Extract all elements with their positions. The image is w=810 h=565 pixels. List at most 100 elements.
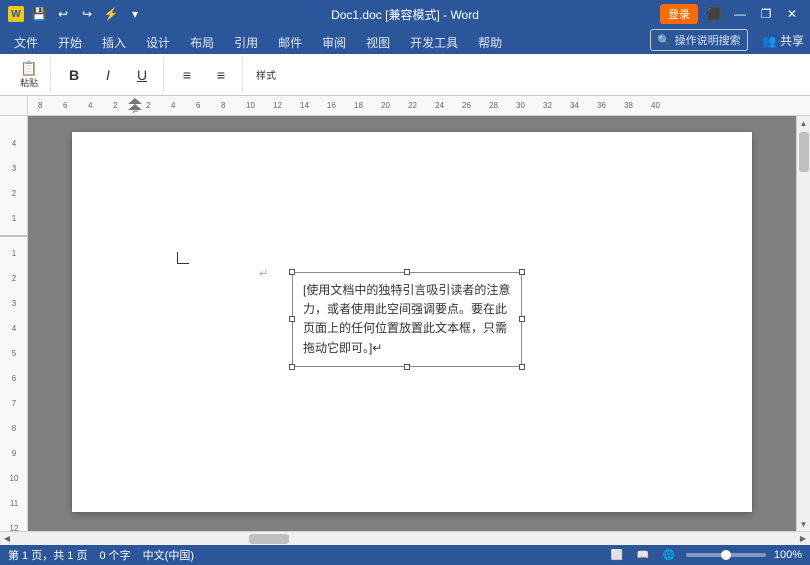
tab-layout[interactable]: 布局 — [180, 30, 224, 54]
bold-icon: B — [69, 68, 79, 82]
redo-qat-btn[interactable]: ↪ — [78, 5, 96, 23]
search-icon: 🔍 — [657, 34, 671, 47]
svg-text:26: 26 — [462, 101, 471, 110]
svg-text:8: 8 — [12, 424, 17, 433]
horizontal-scrollbar[interactable]: ◀ ▶ — [0, 531, 810, 545]
svg-text:7: 7 — [12, 399, 17, 408]
vertical-ruler: 4 3 2 1 1 2 3 4 5 6 7 8 9 10 11 12 — [0, 116, 28, 531]
svg-text:18: 18 — [354, 101, 363, 110]
minimize-btn[interactable]: — — [730, 4, 750, 24]
scroll-h-thumb[interactable] — [249, 534, 289, 544]
tab-help[interactable]: 帮助 — [468, 30, 512, 54]
tab-references[interactable]: 引用 — [224, 30, 268, 54]
web-layout-btn[interactable]: 🌐 — [660, 546, 678, 564]
undo-qat-btn[interactable]: ↩ — [54, 5, 72, 23]
handle-mr[interactable] — [519, 316, 525, 322]
zoom-thumb[interactable] — [721, 550, 731, 560]
ribbon-display-btn[interactable]: ⬛ — [704, 4, 724, 24]
scroll-right-btn[interactable]: ▶ — [796, 532, 810, 546]
customize-qat-btn[interactable]: ▾ — [126, 5, 144, 23]
svg-text:4: 4 — [88, 101, 93, 110]
tab-review[interactable]: 审阅 — [312, 30, 356, 54]
svg-text:3: 3 — [12, 299, 17, 308]
align-left-icon: ≡ — [183, 68, 191, 82]
main-area: 4 3 2 1 1 2 3 4 5 6 7 8 9 10 11 12 ↵ — [0, 116, 810, 531]
svg-text:40: 40 — [651, 101, 660, 110]
svg-text:3: 3 — [12, 164, 17, 173]
svg-text:4: 4 — [171, 101, 176, 110]
quick-print-btn[interactable]: ⚡ — [102, 5, 120, 23]
ribbon-tab-bar: 文件 开始 插入 设计 布局 引用 邮件 审阅 视图 开发工具 帮助 🔍 操作说… — [0, 28, 810, 54]
tab-view[interactable]: 视图 — [356, 30, 400, 54]
indent-bottom — [128, 104, 142, 110]
page-info: 第 1 页，共 1 页 — [8, 547, 87, 563]
handle-tr[interactable] — [519, 269, 525, 275]
paragraph-cursor — [177, 252, 189, 264]
title-bar-title: Doc1.doc [兼容模式] - Word — [331, 6, 479, 23]
svg-text:2: 2 — [113, 101, 118, 110]
scroll-down-btn[interactable]: ▼ — [797, 517, 810, 531]
align-center-icon: ≡ — [217, 68, 225, 82]
svg-text:9: 9 — [12, 449, 17, 458]
svg-text:14: 14 — [300, 101, 309, 110]
paste-icon: 📋 — [20, 61, 37, 75]
svg-text:4: 4 — [12, 324, 17, 333]
tab-developer[interactable]: 开发工具 — [400, 30, 468, 54]
paste-label: 粘贴 — [20, 76, 38, 89]
ribbon-font-group: B I U — [53, 57, 164, 93]
svg-text:2: 2 — [12, 189, 17, 198]
ruler-corner — [0, 96, 28, 116]
handle-bm[interactable] — [404, 364, 410, 370]
share-button[interactable]: 👥 共享 — [756, 30, 810, 51]
handle-bl[interactable] — [289, 364, 295, 370]
svg-text:22: 22 — [408, 101, 417, 110]
scroll-h-track[interactable] — [14, 532, 796, 546]
svg-text:10: 10 — [246, 101, 255, 110]
svg-text:2: 2 — [146, 101, 151, 110]
handle-tm[interactable] — [404, 269, 410, 275]
svg-text:2: 2 — [12, 274, 17, 283]
italic-btn[interactable]: I — [93, 66, 123, 84]
ribbon-content: 📋 粘贴 B I U ≡ ≡ 样式 — [0, 54, 810, 96]
ruler-marks: 8 6 4 2 2 4 6 8 10 12 14 16 18 20 22 24 … — [28, 96, 810, 115]
print-layout-btn[interactable]: ⬜ — [608, 546, 626, 564]
svg-text:16: 16 — [327, 101, 336, 110]
read-mode-btn[interactable]: 📖 — [634, 546, 652, 564]
svg-text:8: 8 — [221, 101, 226, 110]
underline-icon: U — [137, 68, 147, 82]
svg-text:20: 20 — [381, 101, 390, 110]
svg-text:6: 6 — [63, 101, 68, 110]
search-commands-label: 操作说明搜索 — [675, 32, 741, 48]
vertical-scrollbar[interactable]: ▲ ▼ — [796, 116, 810, 531]
underline-btn[interactable]: U — [127, 66, 157, 84]
tab-insert[interactable]: 插入 — [92, 30, 136, 54]
scroll-up-btn[interactable]: ▲ — [797, 116, 810, 130]
tab-file[interactable]: 文件 — [4, 30, 48, 54]
text-box-content: [使用文档中的独特引言吸引读者的注意力，或者使用此空间强调要点。要在此页面上的任… — [303, 283, 510, 355]
tab-mailings[interactable]: 邮件 — [268, 30, 312, 54]
title-bar-right: 登录 ⬛ — ❐ ✕ — [660, 4, 802, 24]
tab-home[interactable]: 开始 — [48, 30, 92, 54]
handle-ml[interactable] — [289, 316, 295, 322]
restore-btn[interactable]: ❐ — [756, 4, 776, 24]
handle-tl[interactable] — [289, 269, 295, 275]
styles-gallery-btn[interactable]: 样式 — [251, 65, 281, 84]
svg-text:12: 12 — [273, 101, 282, 110]
document-area[interactable]: ↵ [使用文档中的独特引言吸引读者的注意力，或者使用此空间强调要点。要在此页面上… — [28, 116, 796, 531]
document-page: ↵ [使用文档中的独特引言吸引读者的注意力，或者使用此空间强调要点。要在此页面上… — [72, 132, 752, 512]
save-qat-btn[interactable]: 💾 — [30, 5, 48, 23]
align-center-btn[interactable]: ≡ — [206, 66, 236, 84]
close-btn[interactable]: ✕ — [782, 4, 802, 24]
paste-btn[interactable]: 📋 粘贴 — [14, 59, 44, 91]
svg-text:1: 1 — [12, 214, 17, 223]
search-commands-box[interactable]: 🔍 操作说明搜索 — [650, 29, 748, 51]
zoom-slider[interactable] — [686, 553, 766, 557]
tab-design[interactable]: 设计 — [136, 30, 180, 54]
text-box[interactable]: [使用文档中的独特引言吸引读者的注意力，或者使用此空间强调要点。要在此页面上的任… — [292, 272, 522, 367]
scroll-left-btn[interactable]: ◀ — [0, 532, 14, 546]
bold-btn[interactable]: B — [59, 66, 89, 84]
handle-br[interactable] — [519, 364, 525, 370]
login-button[interactable]: 登录 — [660, 4, 698, 24]
scroll-v-thumb[interactable] — [799, 132, 809, 172]
align-left-btn[interactable]: ≡ — [172, 66, 202, 84]
